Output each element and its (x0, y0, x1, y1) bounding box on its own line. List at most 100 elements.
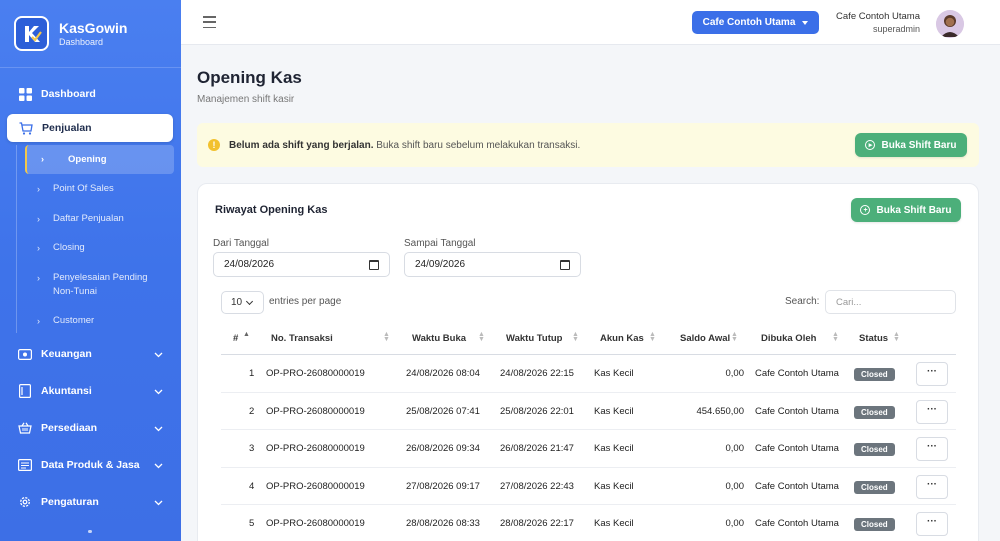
sort-icon: ▲ ▼ (478, 331, 485, 343)
chevron-down-icon (154, 497, 163, 509)
chevron-right-icon: › (37, 184, 40, 194)
sort-icon: ▲ ▼ (383, 331, 390, 343)
open-shift-button-alert[interactable]: ▸ Buka Shift Baru (855, 133, 967, 157)
to-date-label: Sampai Tanggal (404, 238, 476, 249)
th-no-transaksi[interactable]: No. Transaksi (271, 333, 333, 344)
subitem-point-of-sales[interactable]: › Point Of Sales (17, 182, 174, 196)
sidebar-item-keuangan[interactable]: Keuangan (0, 340, 181, 368)
status-badge: Closed (854, 480, 895, 494)
alert-text: Belum ada shift yang berjalan. Buka shif… (229, 139, 581, 151)
sidebar: KasGowin Dashboard Dashboard Penjualan ›… (0, 0, 181, 541)
chevron-right-icon: › (37, 214, 40, 224)
sidebar-item-label: Dashboard (41, 88, 96, 100)
brand-sub: Dashboard (59, 36, 104, 47)
table-row: 3 OP-PRO-26080000019 26/08/2026 09:34 26… (221, 430, 956, 468)
table-row: 2 OP-PRO-26080000019 25/08/2026 07:41 25… (221, 393, 956, 430)
brand[interactable]: KasGowin Dashboard (0, 0, 181, 68)
status-badge: Closed (854, 518, 895, 531)
opening-table: # ▲ No. Transaksi ▲ ▼ Waktu Buka ▲ ▼ Waktu… (221, 322, 956, 541)
basket-icon (18, 421, 32, 435)
sidebar-item-label: Persediaan (41, 422, 98, 434)
sidebar-item-penjualan[interactable]: Penjualan (7, 114, 173, 142)
table-row: 4 OP-PRO-26080000019 27/08/2026 09:17 27… (221, 468, 956, 505)
row-action-button[interactable]: ··· (916, 399, 948, 424)
grid-icon (18, 87, 32, 101)
sidebar-item-label: Pengaturan (41, 496, 99, 508)
chevron-right-icon: › (37, 316, 40, 326)
th-waktu-tutup[interactable]: Waktu Tutup (506, 333, 562, 344)
chevron-down-icon (246, 297, 254, 305)
plus-icon: + (860, 205, 871, 215)
th-waktu-buka[interactable]: Waktu Buka (412, 333, 466, 344)
row-action-button[interactable]: ··· (916, 437, 948, 461)
to-date-input[interactable]: 24/09/2026 (404, 252, 581, 277)
sidebar-item-dashboard[interactable]: Dashboard (0, 80, 181, 108)
subitem-customer[interactable]: › Customer (17, 314, 174, 328)
page-title: Opening Kas (197, 68, 302, 87)
chevron-right-icon: › (41, 154, 44, 164)
sort-icon: ▲ ▼ (731, 331, 738, 343)
table-row: 1 OP-PRO-26080000019 24/08/2026 08:04 24… (221, 355, 956, 393)
from-date-label: Dari Tanggal (213, 238, 269, 249)
list-icon (18, 458, 32, 472)
calendar-icon[interactable] (560, 260, 570, 270)
cafe-select-button[interactable]: Cafe Contoh Utama (692, 11, 819, 34)
th-status[interactable]: Status (859, 333, 888, 344)
user-info[interactable]: Cafe Contoh Utama superadmin (836, 11, 920, 35)
th-saldo-awal[interactable]: Saldo Awal (680, 333, 730, 344)
brand-name: KasGowin (59, 19, 128, 36)
card-title: Riwayat Opening Kas (215, 204, 328, 216)
sort-asc-icon: ▲ (243, 331, 250, 338)
user-name: Cafe Contoh Utama (836, 11, 920, 22)
chevron-right-icon: › (37, 243, 40, 253)
search-label: Search: (785, 296, 820, 307)
sidebar-item-label: Akuntansi (41, 385, 92, 397)
from-date-input[interactable]: 24/08/2026 (213, 252, 390, 277)
row-action-button[interactable]: ··· (916, 512, 948, 536)
th-dibuka-oleh[interactable]: Dibuka Oleh (761, 333, 816, 344)
row-action-button[interactable]: ··· (916, 474, 948, 499)
calendar-icon[interactable] (369, 260, 379, 270)
sidebar-item-label: Data Produk & Jasa (41, 459, 140, 471)
status-badge: Closed (854, 443, 895, 456)
table-header: # ▲ No. Transaksi ▲ ▼ Waktu Buka ▲ ▼ Waktu… (221, 322, 956, 355)
book-icon (18, 384, 32, 398)
page-length-select[interactable]: 10 (221, 291, 264, 314)
sort-icon: ▲ ▼ (649, 331, 656, 343)
submenu-penjualan: › Opening › Point Of Sales › Daftar Penjual… (16, 145, 176, 333)
subitem-penyelesaian-pending[interactable]: › Penyelesaian Pending Non-Tunai (17, 271, 174, 299)
sort-icon: ▲ ▼ (572, 331, 579, 343)
avatar[interactable] (936, 10, 964, 38)
gear-icon (18, 495, 32, 509)
chevron-right-icon: › (37, 273, 40, 283)
subitem-daftar-penjualan[interactable]: › Daftar Penjualan (17, 212, 174, 226)
subitem-closing[interactable]: › Closing (17, 241, 174, 255)
sort-icon: ▲ ▼ (832, 331, 839, 343)
th-akun-kas[interactable]: Akun Kas (600, 333, 644, 344)
chevron-down-icon (154, 349, 163, 361)
chevron-down-icon (154, 386, 163, 398)
money-icon (18, 347, 32, 361)
topbar: Cafe Contoh Utama Cafe Contoh Utama supe… (181, 0, 1000, 45)
subitem-opening[interactable]: › Opening (25, 145, 174, 174)
play-icon: ▸ (865, 140, 876, 150)
caret-down-icon (802, 20, 809, 25)
logo-icon (14, 16, 49, 51)
hamburger-icon[interactable] (203, 16, 216, 28)
user-role: superadmin (872, 24, 920, 34)
sidebar-item-label: Penjualan (42, 122, 92, 134)
status-badge: Closed (854, 405, 895, 419)
sidebar-item-pengaturan[interactable]: Pengaturan (0, 488, 181, 516)
chevron-down-icon (154, 460, 163, 472)
open-shift-button[interactable]: + Buka Shift Baru (851, 198, 961, 222)
th-number[interactable]: # (233, 333, 238, 344)
row-action-button[interactable]: ··· (916, 362, 948, 386)
entries-label: entries per page (269, 296, 342, 307)
sidebar-item-akuntansi[interactable]: Akuntansi (0, 377, 181, 405)
scroll-indicator (88, 530, 92, 533)
search-input[interactable]: Cari... (825, 290, 956, 314)
sidebar-item-data-produk[interactable]: Data Produk & Jasa (0, 451, 181, 479)
sidebar-item-persediaan[interactable]: Persediaan (0, 414, 181, 442)
warning-icon: ! (208, 139, 220, 151)
chevron-down-icon (154, 423, 163, 435)
